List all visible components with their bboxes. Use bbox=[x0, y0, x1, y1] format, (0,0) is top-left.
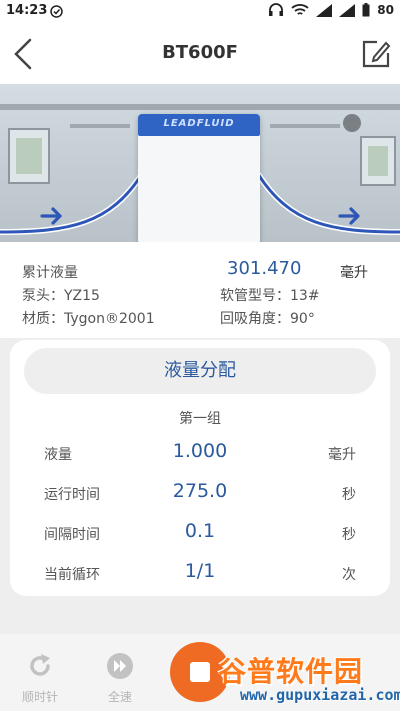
pump-banner: LEADFLUID bbox=[0, 84, 400, 242]
watermark-cn: 谷普软件园 bbox=[218, 655, 364, 688]
total-volume-label: 累计液量 bbox=[22, 265, 78, 281]
stop-icon bbox=[190, 662, 210, 682]
suckback-angle-text: 回吸角度：90° bbox=[220, 311, 315, 327]
pump-head-text: 泵头：YZ15 bbox=[22, 288, 100, 304]
param-value[interactable]: 275.0 bbox=[140, 480, 260, 502]
clock-icon bbox=[50, 5, 63, 18]
info-row: 累计液量 301.470 毫升 bbox=[22, 258, 382, 284]
info-row: 材质：Tygon®2001 回吸角度：90° bbox=[22, 308, 382, 330]
fast-forward-icon bbox=[107, 653, 133, 679]
param-unit: 毫升 bbox=[328, 447, 356, 463]
param-row-interval[interactable]: 间隔时间 0.1 秒 bbox=[10, 520, 390, 546]
dispense-card: 液量分配 第一组 液量 1.000 毫升 运行时间 275.0 秒 间隔时间 0… bbox=[10, 340, 390, 596]
rotate-clockwise-icon bbox=[30, 654, 50, 676]
group-label: 第一组 bbox=[179, 411, 221, 427]
flow-arrow-icon bbox=[338, 206, 362, 230]
status-time: 14:23 bbox=[6, 3, 48, 18]
pump-info-panel: 累计液量 301.470 毫升 泵头：YZ15 软管型号：13# 材质：Tygo… bbox=[0, 242, 400, 338]
pump-brand: LEADFLUID bbox=[163, 118, 235, 129]
param-unit: 秒 bbox=[342, 527, 356, 543]
page-title: BT600F bbox=[162, 42, 238, 63]
param-label: 运行时间 bbox=[44, 487, 100, 503]
headset-icon bbox=[268, 3, 284, 17]
app-header: BT600F bbox=[0, 24, 400, 84]
param-value[interactable]: 1/1 bbox=[140, 560, 260, 582]
signal-icon bbox=[339, 3, 356, 17]
param-row-run-time[interactable]: 运行时间 275.0 秒 bbox=[10, 480, 390, 506]
battery-icon bbox=[362, 3, 370, 17]
param-label: 间隔时间 bbox=[44, 527, 100, 543]
wifi-icon bbox=[291, 3, 309, 17]
chevron-left-icon bbox=[14, 38, 32, 70]
status-bar: 14:23 80 bbox=[0, 0, 400, 24]
watermark-en: www.gupuxiazai.com bbox=[240, 686, 400, 704]
info-row: 泵头：YZ15 软管型号：13# bbox=[22, 285, 382, 307]
back-button[interactable] bbox=[8, 36, 40, 72]
volume-dispense-button[interactable]: 液量分配 bbox=[24, 348, 376, 394]
flow-arrow-icon bbox=[40, 206, 64, 230]
material-text: 材质：Tygon®2001 bbox=[22, 311, 155, 327]
watermark: 谷普软件园 www.gupuxiazai.com bbox=[218, 648, 400, 704]
full-speed-button[interactable]: 全速 bbox=[95, 652, 145, 705]
param-value[interactable]: 0.1 bbox=[140, 520, 260, 542]
pump-device-image: LEADFLUID bbox=[138, 114, 260, 242]
total-volume-value: 301.470 bbox=[227, 258, 302, 279]
param-unit: 秒 bbox=[342, 487, 356, 503]
total-volume-unit: 毫升 bbox=[340, 265, 368, 281]
edit-icon bbox=[362, 40, 391, 68]
param-label: 液量 bbox=[44, 447, 72, 463]
status-icons: 80 bbox=[268, 3, 394, 17]
param-value[interactable]: 1.000 bbox=[140, 440, 260, 462]
battery-level: 80 bbox=[377, 3, 394, 17]
param-unit: 次 bbox=[342, 567, 356, 583]
tube-model-text: 软管型号：13# bbox=[220, 288, 320, 304]
param-row-cycle[interactable]: 当前循环 1/1 次 bbox=[10, 560, 390, 586]
clockwise-button[interactable]: 顺时针 bbox=[15, 652, 65, 705]
link-icon[interactable] bbox=[343, 114, 361, 132]
edit-button[interactable] bbox=[360, 38, 392, 70]
clockwise-label: 顺时针 bbox=[21, 690, 58, 704]
param-label: 当前循环 bbox=[44, 567, 100, 583]
signal-icon bbox=[316, 3, 333, 17]
param-row-volume[interactable]: 液量 1.000 毫升 bbox=[10, 440, 390, 466]
full-speed-label: 全速 bbox=[107, 690, 132, 704]
